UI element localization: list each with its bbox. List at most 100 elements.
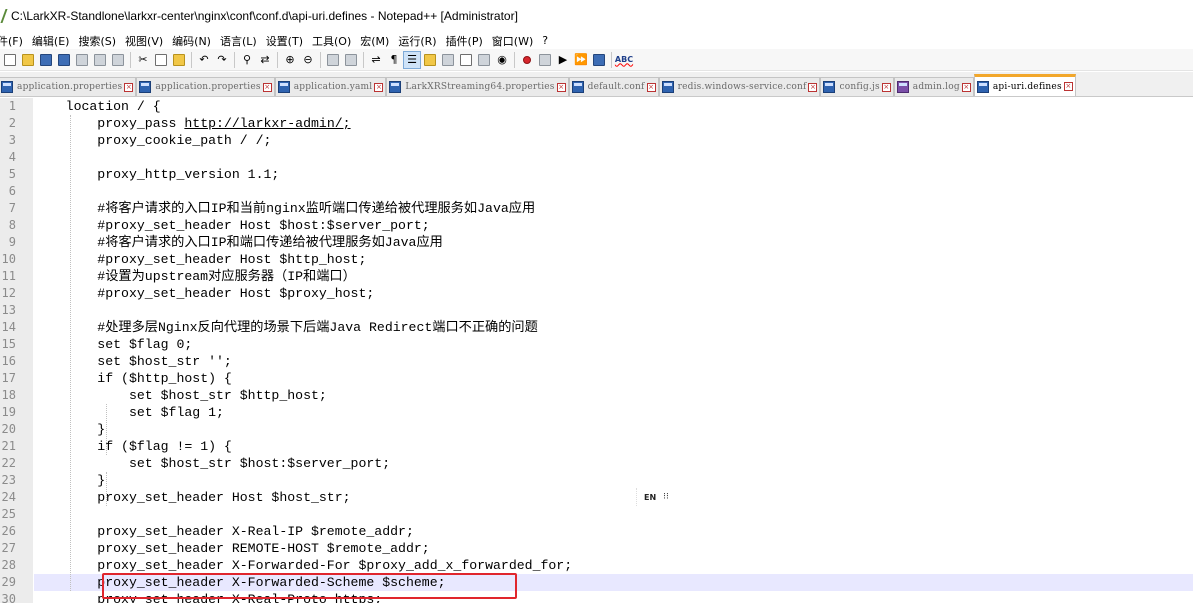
code-line[interactable]: 14 #处理多层Nginx反向代理的场景下后端Java Redirect端口不正… (2, 319, 1193, 336)
menu-item-7[interactable]: 工具(O) (308, 33, 356, 49)
indent-guide-icon[interactable]: ☰ (403, 50, 421, 69)
tab-close-icon[interactable]: × (124, 82, 134, 92)
code-line[interactable]: 19 set $flag 1; (2, 404, 1193, 421)
line-number: 28 (1, 558, 16, 572)
save-macro-icon[interactable] (591, 52, 607, 68)
code-text: #proxy_set_header Host $host:$server_por… (34, 217, 429, 234)
show-all-chars-icon[interactable]: ¶ (386, 52, 402, 68)
play-macro-icon[interactable]: ▶ (555, 52, 571, 68)
menu-item-1[interactable]: 编辑(E) (28, 33, 75, 49)
doc-map-icon[interactable] (440, 52, 456, 68)
code-line[interactable]: 11 #设置为upstream对应服务器（IP和端口） (2, 268, 1193, 285)
menu-item-2[interactable]: 搜索(S) (74, 33, 121, 49)
code-line[interactable]: 9 #将客户请求的入口IP和端口传递给被代理服务如Java应用 (9, 234, 1193, 251)
code-line[interactable]: 13 (2, 302, 1193, 319)
zoom-out-icon[interactable]: ⊖ (300, 52, 316, 68)
spell-check-icon[interactable]: ABC (615, 52, 633, 68)
code-line[interactable]: 6 (9, 183, 1193, 200)
tab-close-icon[interactable]: × (556, 82, 566, 92)
menu-item-0[interactable]: 件(F) (0, 33, 28, 49)
menu-item-12[interactable]: ? (538, 34, 553, 47)
tab-7[interactable]: admin.log × (893, 77, 974, 96)
code-line[interactable]: 24 proxy_set_header Host $host_str; (2, 489, 1193, 506)
code-line[interactable]: 10 #proxy_set_header Host $http_host; (2, 251, 1193, 268)
code-line[interactable]: 2 proxy_pass http://larkxr-admin/; (9, 115, 1193, 132)
new-file-icon[interactable] (2, 52, 18, 68)
tab-4[interactable]: default.conf × (568, 77, 659, 96)
open-file-icon[interactable] (20, 52, 36, 68)
sync-horizontal-icon[interactable] (343, 52, 359, 68)
find-icon[interactable]: ⚲ (239, 52, 255, 68)
tab-close-icon[interactable]: × (881, 82, 891, 92)
undo-icon[interactable]: ↶ (196, 52, 212, 68)
redo-icon[interactable]: ↷ (214, 52, 230, 68)
tab-close-icon[interactable]: × (808, 82, 818, 92)
menu-item-11[interactable]: 窗口(W) (488, 33, 538, 49)
ime-toggle-icon[interactable]: ⁝⁝ (663, 492, 669, 502)
sync-vertical-icon[interactable] (325, 52, 341, 68)
code-line[interactable]: 17 if ($http_host) { (2, 370, 1193, 387)
menu-item-4[interactable]: 编码(N) (168, 33, 216, 49)
close-all-icon[interactable] (92, 52, 108, 68)
folder-workspace-icon[interactable] (476, 52, 492, 68)
tab-close-icon[interactable]: × (1063, 82, 1073, 91)
code-line[interactable]: 28 proxy_set_header X-Forwarded-For $pro… (2, 557, 1193, 574)
menu-item-9[interactable]: 运行(R) (394, 33, 441, 49)
menu-item-5[interactable]: 语言(L) (216, 33, 262, 49)
replace-icon[interactable]: ⇄ (257, 52, 273, 68)
close-icon[interactable] (74, 52, 90, 68)
monitor-icon[interactable]: ◉ (494, 52, 510, 68)
play-multiple-icon[interactable]: ⏩ (573, 52, 589, 68)
code-link[interactable]: http://larkxr-admin/; (184, 116, 350, 131)
function-list-icon[interactable] (458, 52, 474, 68)
code-line[interactable]: 27 proxy_set_header REMOTE-HOST $remote_… (2, 540, 1193, 557)
code-line[interactable]: 4 (9, 149, 1193, 166)
code-line[interactable]: 16 set $host_str ''; (2, 353, 1193, 370)
tab-3[interactable]: LarkXRStreaming64.properties × (386, 77, 569, 96)
print-icon[interactable] (110, 52, 126, 68)
tab-close-icon[interactable]: × (374, 82, 384, 92)
code-line[interactable]: 22 set $host_str $host:$server_port; (2, 455, 1193, 472)
copy-icon[interactable] (153, 52, 169, 68)
code-line[interactable]: 1 location / { (9, 98, 1193, 115)
save-icon[interactable] (38, 52, 54, 68)
cut-icon[interactable]: ✂ (135, 52, 151, 68)
user-lang-icon[interactable] (422, 52, 438, 68)
code-area[interactable]: 1 location / {2 proxy_pass http://larkxr… (2, 98, 1193, 603)
zoom-in-icon[interactable]: ⊕ (282, 52, 298, 68)
code-line[interactable]: 7 #将客户请求的入口IP和当前nginx监听端口传递给被代理服务如Java应用 (9, 200, 1193, 217)
record-macro-icon[interactable] (519, 52, 535, 68)
menu-item-3[interactable]: 视图(V) (121, 33, 168, 49)
code-line[interactable]: 21 if ($flag != 1) { (2, 438, 1193, 455)
code-line[interactable]: 20 } (2, 421, 1193, 438)
word-wrap-icon[interactable]: ⇌ (368, 52, 384, 68)
code-line[interactable]: 3 proxy_cookie_path / /; (9, 132, 1193, 149)
tab-0[interactable]: application.properties × (0, 77, 137, 96)
indent-guide (70, 115, 71, 591)
ime-indicator[interactable]: EN ⁝⁝ (636, 488, 680, 506)
code-line[interactable]: 18 set $host_str $http_host; (2, 387, 1193, 404)
paste-icon[interactable] (171, 52, 187, 68)
tab-5[interactable]: redis.windows-service.conf × (658, 77, 821, 96)
tab-close-icon[interactable]: × (646, 82, 656, 92)
code-text-content: proxy_set_header Host $host_str; (34, 490, 351, 505)
editor[interactable]: 1 location / {2 proxy_pass http://larkxr… (0, 98, 1193, 603)
tab-close-icon[interactable]: × (262, 82, 272, 92)
stop-macro-icon[interactable] (537, 52, 553, 68)
menu-item-6[interactable]: 设置(T) (262, 33, 308, 49)
code-line[interactable]: 8 #proxy_set_header Host $host:$server_p… (9, 217, 1193, 234)
tab-6[interactable]: config.js × (820, 77, 894, 96)
code-line[interactable]: 23 } (2, 472, 1193, 489)
code-line[interactable]: 25 (2, 506, 1193, 523)
menu-item-8[interactable]: 宏(M) (356, 33, 394, 49)
code-line[interactable]: 12 #proxy_set_header Host $proxy_host; (2, 285, 1193, 302)
code-line[interactable]: 15 set $flag 0; (2, 336, 1193, 353)
save-all-icon[interactable] (56, 52, 72, 68)
tab-1[interactable]: application.properties × (136, 77, 275, 96)
tab-2[interactable]: application.yaml × (274, 77, 387, 96)
tab-8[interactable]: api-uri.defines × (973, 74, 1076, 96)
tab-close-icon[interactable]: × (961, 82, 971, 92)
code-line[interactable]: 26 proxy_set_header X-Real-IP $remote_ad… (2, 523, 1193, 540)
menu-item-10[interactable]: 插件(P) (442, 33, 488, 49)
code-line[interactable]: 5 proxy_http_version 1.1; (9, 166, 1193, 183)
